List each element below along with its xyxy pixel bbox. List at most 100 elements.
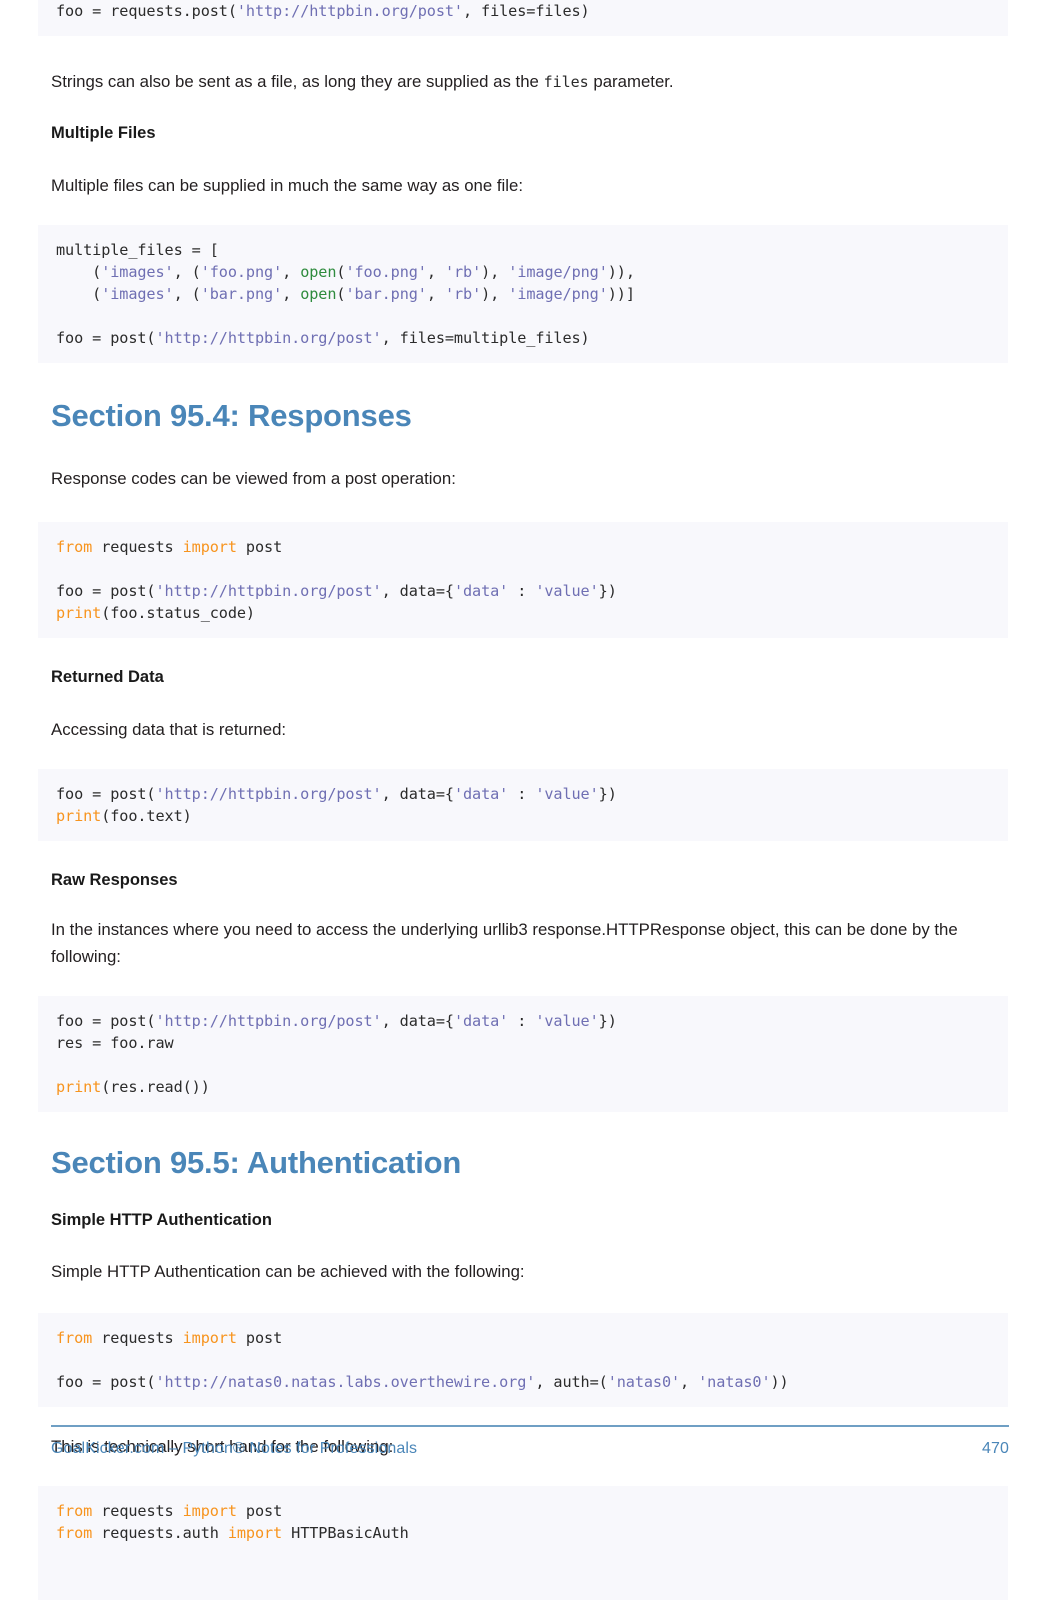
code-string: 'images' — [101, 262, 174, 281]
code-string: 'bar.png' — [200, 284, 283, 303]
code-text: HTTPBasicAuth — [282, 1524, 409, 1543]
code-keyword-print: print — [56, 806, 102, 825]
code-keyword-import: import — [182, 1502, 237, 1521]
code-text: , data={ — [381, 1012, 454, 1031]
code-text: res = foo.raw — [56, 1034, 174, 1053]
code-text: requests — [92, 1329, 183, 1348]
page-footer: GoalKicker.com – Python® Notes for Profe… — [51, 1425, 1009, 1458]
code-keyword-from: from — [56, 537, 93, 556]
code-builtin-open: open — [300, 284, 337, 303]
code-text: , data={ — [381, 784, 454, 803]
code-text: ( — [56, 284, 102, 303]
footer-attribution: GoalKicker.com – Python® Notes for Profe… — [51, 1440, 418, 1457]
code-string: 'data' — [453, 1012, 509, 1031]
page-content: foo = requests.post('http://httpbin.org/… — [38, 0, 1009, 1600]
code-text: , — [426, 284, 445, 303]
code-block-simple-auth: from requests import post foo = post('ht… — [38, 1313, 1008, 1408]
code-text: requests.auth — [92, 1524, 228, 1543]
code-text: ))] — [607, 284, 635, 303]
code-text: : — [508, 784, 536, 803]
code-text: , — [282, 262, 301, 281]
code-string: 'natas0' — [698, 1373, 771, 1392]
code-text: post — [236, 1502, 283, 1521]
code-block-post-files: foo = requests.post('http://httpbin.org/… — [38, 0, 1008, 36]
code-string: 'rb' — [444, 262, 482, 281]
code-text: requests — [92, 537, 183, 556]
code-text: ), — [481, 262, 509, 281]
code-keyword-from: from — [56, 1329, 93, 1348]
code-text: }) — [598, 581, 617, 600]
code-text: foo = post( — [56, 784, 156, 803]
code-block-responses: from requests import post foo = post('ht… — [38, 521, 1008, 638]
code-text: ), — [481, 284, 509, 303]
code-keyword-import: import — [182, 537, 237, 556]
code-block-multiple-files: multiple_files = [ ('images', ('foo.png'… — [38, 224, 1008, 363]
code-string: 'images' — [101, 284, 174, 303]
code-text: , files=files) — [462, 2, 590, 20]
code-text: , — [282, 284, 301, 303]
code-keyword-print: print — [56, 1078, 102, 1097]
code-text: , files=multiple_files) — [381, 328, 590, 347]
document-page: foo = requests.post('http://httpbin.org/… — [0, 0, 1060, 1600]
code-string: 'value' — [535, 1012, 599, 1031]
code-text: foo = post( — [56, 328, 156, 347]
code-string: 'rb' — [444, 284, 482, 303]
section-heading-responses: Section 95.4: Responses — [51, 397, 412, 433]
code-keyword-from: from — [56, 1524, 93, 1543]
subheading-multiple-files: Multiple Files — [51, 124, 156, 142]
footer-page-number: 470 — [982, 1440, 1009, 1457]
code-text: requests — [92, 1502, 183, 1521]
paragraph-simple-http-auth: Simple HTTP Authentication can be achiev… — [51, 1262, 525, 1282]
code-string: 'foo.png' — [200, 262, 283, 281]
subheading-simple-http-auth: Simple HTTP Authentication — [51, 1210, 272, 1229]
code-string: 'natas0' — [607, 1373, 681, 1392]
code-text: , ( — [173, 284, 201, 303]
paragraph-response-codes: Response codes can be viewed from a post… — [51, 468, 456, 488]
code-builtin-open: open — [300, 262, 337, 281]
code-text: : — [508, 581, 536, 600]
code-text: }) — [598, 1012, 617, 1031]
paragraph-raw-responses: In the instances where you need to acces… — [51, 920, 958, 967]
code-text: post — [236, 537, 283, 556]
code-text: , data={ — [381, 581, 454, 600]
code-string: 'data' — [453, 784, 509, 803]
code-text: : — [508, 1012, 536, 1031]
code-string: 'foo.png' — [345, 262, 427, 281]
subheading-raw-responses: Raw Responses — [51, 870, 178, 889]
code-string-url: 'http://httpbin.org/post' — [236, 2, 463, 20]
inline-code-files: files — [543, 73, 589, 91]
code-string-url: 'http://httpbin.org/post' — [155, 581, 382, 600]
code-block-basic-auth: from requests import post from requests.… — [38, 1486, 1008, 1600]
footer-row: GoalKicker.com – Python® Notes for Profe… — [51, 1440, 1009, 1458]
paragraph-strings-as-file: Strings can also be sent as a file, as l… — [51, 68, 996, 96]
code-text: post — [236, 1329, 283, 1348]
code-text: multiple_files = [ — [56, 240, 219, 259]
code-text: (foo.text) — [101, 806, 192, 825]
code-text: , — [680, 1373, 699, 1392]
paragraph-returned-data: Accessing data that is returned: — [51, 719, 287, 739]
code-string-url: 'http://natas0.natas.labs.overthewire.or… — [155, 1373, 536, 1392]
code-string-url: 'http://httpbin.org/post' — [155, 784, 382, 803]
code-string: 'image/png' — [508, 284, 608, 303]
code-text: )), — [607, 262, 635, 281]
code-text: , auth=( — [535, 1373, 608, 1392]
code-keyword-from: from — [56, 1502, 93, 1521]
code-string: 'value' — [535, 581, 599, 600]
code-text: foo = post( — [56, 1373, 156, 1392]
subheading-returned-data: Returned Data — [51, 667, 164, 686]
code-string-url: 'http://httpbin.org/post' — [155, 328, 382, 347]
footer-divider — [51, 1425, 1009, 1427]
code-string: 'image/png' — [508, 262, 608, 281]
code-string: 'bar.png' — [345, 284, 427, 303]
code-text: , — [426, 262, 445, 281]
code-text: ( — [56, 262, 102, 281]
code-text: (res.read()) — [101, 1078, 210, 1097]
code-text: foo = post( — [56, 1012, 156, 1031]
code-block-returned-data: foo = post('http://httpbin.org/post', da… — [38, 768, 1008, 841]
code-text: , ( — [173, 262, 201, 281]
paragraph-text-part1: Strings can also be sent as a file, as l… — [51, 72, 544, 91]
code-text: foo = requests.post( — [56, 2, 237, 20]
code-keyword-import: import — [182, 1329, 237, 1348]
code-text: foo = post( — [56, 581, 156, 600]
code-keyword-print: print — [56, 603, 102, 622]
